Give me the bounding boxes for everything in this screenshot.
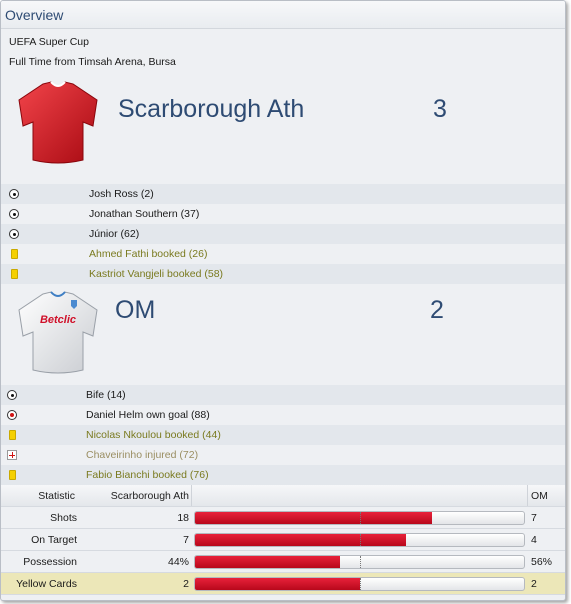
event-text[interactable]: Jonathan Southern (37) [89,204,199,224]
competition-name: UEFA Super Cup [9,36,89,48]
event-row-injury: Chaveirinho injured (72) [1,445,565,465]
stats-header-away[interactable]: OM [531,485,548,507]
stat-label: On Target [31,534,77,546]
own-goal-ball-icon [7,410,17,420]
event-row-goal: Jonathan Southern (37) [1,204,565,224]
stat-row-shots: Shots 18 7 [1,507,565,529]
injury-cross-icon [7,450,17,460]
event-text[interactable]: Bife (14) [86,385,126,405]
stat-row-on-target: On Target 7 4 [1,529,565,551]
yellow-card-icon [11,249,18,259]
stat-comparison-bar [194,511,525,525]
event-text[interactable]: Kastriot Vangjeli booked (58) [89,264,223,284]
match-overview-panel: Overview UEFA Super Cup Full Time from T… [0,0,566,601]
stat-bar-fill [195,556,340,568]
yellow-card-icon [11,269,18,279]
event-text[interactable]: Chaveirinho injured (72) [86,445,198,465]
event-row-own-goal: Daniel Helm own goal (88) [1,405,565,425]
event-text[interactable]: Fabio Bianchi booked (76) [86,465,209,485]
stat-home-value: 44% [167,556,189,568]
event-row-booking: Kastriot Vangjeli booked (58) [1,264,565,284]
stat-home-value: 18 [177,512,189,524]
event-row-booking: Ahmed Fathi booked (26) [1,244,565,264]
stat-bar-fill [195,578,360,590]
stat-away-value: 4 [531,534,537,546]
event-row-goal: Júnior (62) [1,224,565,244]
stat-label: Possession [23,556,77,568]
event-text[interactable]: Júnior (62) [89,224,139,244]
stat-label: Shots [50,512,77,524]
event-text[interactable]: Nicolas Nkoulou booked (44) [86,425,221,445]
event-row-booking: Fabio Bianchi booked (76) [1,465,565,485]
away-shirt-icon: Betclic [18,291,98,374]
event-row-goal: Josh Ross (2) [1,184,565,204]
stat-bar-midline [360,556,361,568]
yellow-card-icon [9,470,16,480]
stat-row-yellow-cards: Yellow Cards 2 2 [1,573,565,595]
yellow-card-icon [9,430,16,440]
stat-row-possession: Possession 44% 56% [1,551,565,573]
away-team-header: Betclic OM 2 [1,284,565,385]
goal-ball-icon [9,189,19,199]
stat-away-value: 7 [531,512,537,524]
stat-bar-midline [360,578,361,590]
column-divider [527,485,528,506]
stat-bar-fill [195,534,406,546]
stat-comparison-bar [194,577,525,591]
event-text[interactable]: Daniel Helm own goal (88) [86,405,210,425]
stat-away-value: 56% [531,556,553,568]
goal-ball-icon [7,390,17,400]
statistics-table: Statistic Scarborough Ath OM Shots 18 7 … [1,485,565,595]
panel-title: Overview [1,1,565,29]
stat-bar-fill [195,512,432,524]
stat-bar-midline [360,534,361,546]
home-team-name[interactable]: Scarborough Ath [118,95,304,124]
away-shirt-sponsor: Betclic [40,314,76,326]
home-shirt-icon [18,81,98,164]
stat-home-value: 7 [183,534,189,546]
event-row-booking: Nicolas Nkoulou booked (44) [1,425,565,445]
stat-bar-midline [360,512,361,524]
home-team-score: 3 [433,95,447,123]
result-line: Full Time from Timsah Arena, Bursa [9,56,176,68]
event-row-goal: Bife (14) [1,385,565,405]
stats-header-statistic[interactable]: Statistic [1,485,75,507]
away-events-list: Bife (14) Daniel Helm own goal (88) Nico… [1,385,565,485]
stat-home-value: 2 [183,578,189,590]
column-divider [191,485,192,506]
stat-label: Yellow Cards [16,578,77,590]
goal-ball-icon [9,229,19,239]
away-team-name[interactable]: OM [115,296,155,325]
away-team-score: 2 [430,296,444,324]
stats-header-row: Statistic Scarborough Ath OM [1,485,565,507]
stat-comparison-bar [194,533,525,547]
goal-ball-icon [9,209,19,219]
stats-header-home[interactable]: Scarborough Ath [81,485,189,507]
stat-away-value: 2 [531,578,537,590]
stat-comparison-bar [194,555,525,569]
event-text[interactable]: Josh Ross (2) [89,184,154,204]
event-text[interactable]: Ahmed Fathi booked (26) [89,244,207,264]
home-team-header: Scarborough Ath 3 [1,72,565,184]
home-events-list: Josh Ross (2) Jonathan Southern (37) Jún… [1,184,565,284]
